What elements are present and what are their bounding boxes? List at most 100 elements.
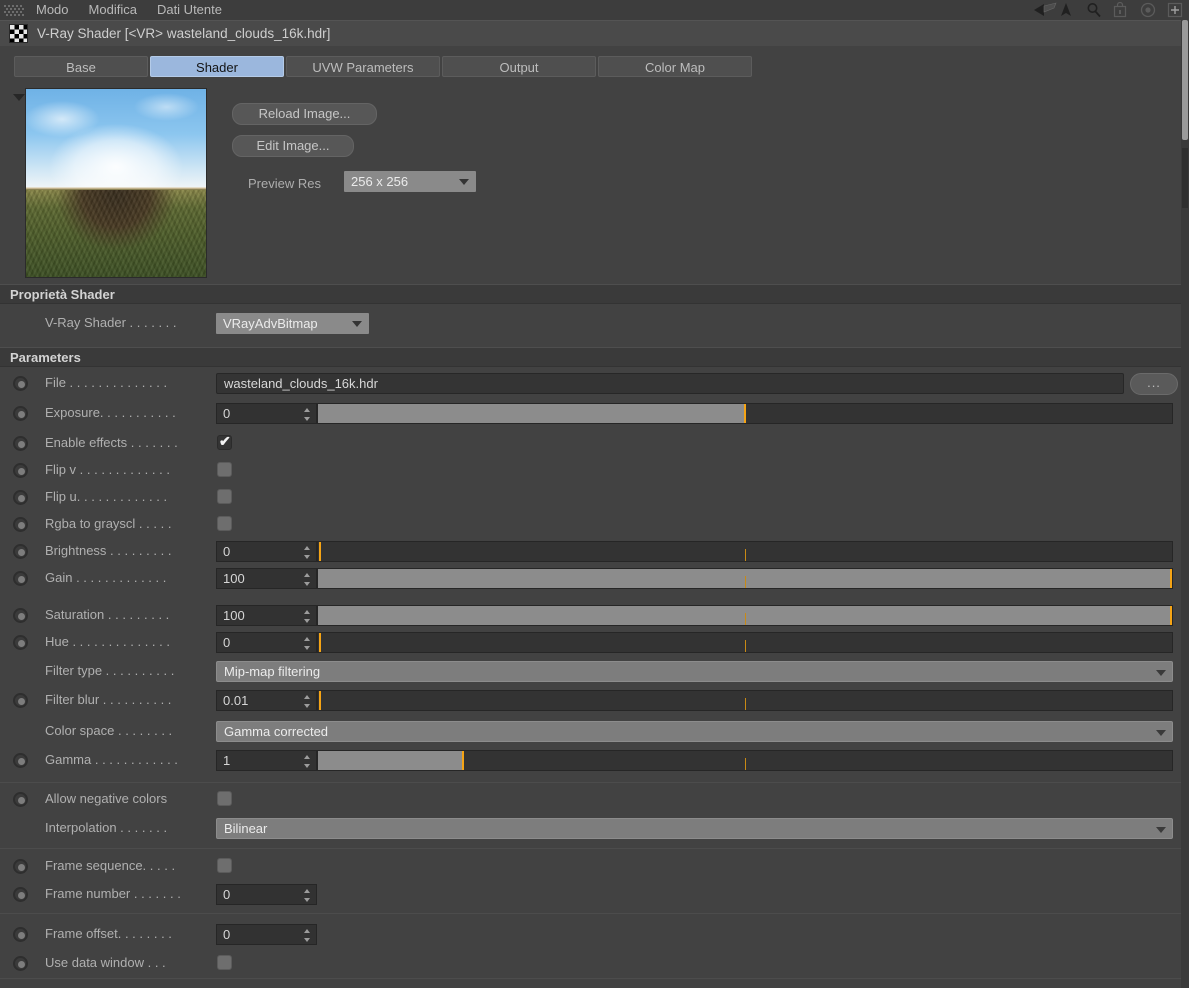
animation-dot-icon[interactable]	[13, 517, 28, 532]
target-icon[interactable]	[1140, 2, 1158, 18]
slider-fill	[318, 404, 745, 423]
exposure-input[interactable]: 0	[216, 403, 317, 424]
menu-bar: Modo Modifica Dati Utente	[0, 0, 1189, 20]
filter-blur-input[interactable]: 0.01	[216, 690, 317, 711]
interpolation-dropdown[interactable]: Bilinear	[216, 818, 1173, 839]
spinner-icon[interactable]	[304, 610, 311, 623]
filter-blur-slider[interactable]	[317, 690, 1173, 711]
scrollbar-thumb[interactable]	[1182, 20, 1188, 140]
tab-color-map[interactable]: Color Map	[598, 55, 752, 77]
magnifier-icon[interactable]	[1086, 2, 1104, 18]
file-browse-button[interactable]: ...	[1130, 373, 1178, 395]
menu-item-modo[interactable]: Modo	[26, 0, 79, 20]
chevron-down-icon	[1156, 730, 1166, 736]
animation-dot-icon[interactable]	[13, 859, 28, 874]
reload-image-button[interactable]: Reload Image...	[232, 103, 377, 125]
spinner-icon[interactable]	[304, 546, 311, 559]
checkerboard-icon	[9, 24, 28, 43]
frame-sequence-checkbox[interactable]	[217, 858, 232, 873]
spinner-icon[interactable]	[304, 637, 311, 650]
slider-knob[interactable]	[462, 751, 465, 770]
exposure-slider[interactable]	[317, 403, 1173, 424]
animation-dot-icon[interactable]	[13, 753, 28, 768]
animation-dot-icon[interactable]	[13, 490, 28, 505]
brush-arrow-icon[interactable]	[1032, 2, 1057, 18]
allow-negative-colors-checkbox[interactable]	[217, 791, 232, 806]
brightness-slider[interactable]	[317, 541, 1173, 562]
slider-knob[interactable]	[319, 691, 321, 710]
animation-dot-icon[interactable]	[13, 608, 28, 623]
tab-output[interactable]: Output	[442, 55, 596, 77]
gain-slider[interactable]	[317, 568, 1173, 589]
slider-knob[interactable]	[319, 542, 321, 561]
rgba-to-grayscale-checkbox[interactable]	[217, 516, 232, 531]
spinner-icon[interactable]	[304, 573, 311, 586]
hue-input[interactable]: 0	[216, 632, 317, 653]
preview-res-dropdown[interactable]: 256 x 256	[344, 171, 476, 192]
flip-u-checkbox[interactable]	[217, 489, 232, 504]
row-vray-shader: V-Ray Shader . . . . . . . VRayAdvBitmap	[0, 310, 1189, 337]
slider-knob[interactable]	[1170, 606, 1172, 625]
animation-dot-icon[interactable]	[13, 792, 28, 807]
menu-item-modifica[interactable]: Modifica	[79, 0, 147, 20]
lock-icon[interactable]	[1113, 2, 1131, 18]
slider-knob[interactable]	[744, 404, 746, 423]
frame-number-input[interactable]: 0	[216, 884, 317, 905]
saturation-input[interactable]: 100	[216, 605, 317, 626]
spinner-icon[interactable]	[304, 408, 311, 421]
menu-item-dati-utente[interactable]: Dati Utente	[147, 0, 232, 20]
flip-v-checkbox[interactable]	[217, 462, 232, 477]
slider-knob[interactable]	[319, 633, 321, 652]
plus-icon[interactable]	[1167, 2, 1185, 18]
animation-dot-icon[interactable]	[13, 635, 28, 650]
spinner-icon[interactable]	[304, 929, 311, 942]
cursor-arrow-icon[interactable]	[1059, 2, 1077, 18]
animation-dot-icon[interactable]	[13, 463, 28, 478]
row-saturation: Saturation . . . . . . . . . 100	[0, 602, 1189, 629]
hdri-preview-thumbnail[interactable]	[25, 88, 207, 278]
use-data-window-checkbox[interactable]	[217, 955, 232, 970]
vray-shader-value: VRayAdvBitmap	[223, 316, 318, 331]
animation-dot-icon[interactable]	[13, 693, 28, 708]
animation-dot-icon[interactable]	[13, 571, 28, 586]
row-brightness: Brightness . . . . . . . . . 0	[0, 538, 1189, 565]
scrollbar-track[interactable]	[1182, 148, 1188, 208]
chevron-down-icon	[352, 321, 362, 327]
saturation-slider[interactable]	[317, 605, 1173, 626]
tab-uvw-parameters[interactable]: UVW Parameters	[286, 55, 440, 77]
color-space-dropdown[interactable]: Gamma corrected	[216, 721, 1173, 742]
frame-sequence-label: Frame sequence. . . . .	[45, 858, 176, 873]
grip-dots-icon[interactable]	[4, 2, 26, 18]
spinner-icon[interactable]	[304, 889, 311, 902]
animation-dot-icon[interactable]	[13, 436, 28, 451]
filter-type-dropdown[interactable]: Mip-map filtering	[216, 661, 1173, 682]
file-input[interactable]: wasteland_clouds_16k.hdr	[216, 373, 1124, 394]
spinner-icon[interactable]	[304, 695, 311, 708]
triangle-down-icon[interactable]	[13, 94, 25, 101]
vray-shader-dropdown[interactable]: VRayAdvBitmap	[216, 313, 369, 334]
filter-blur-value: 0.01	[223, 693, 249, 708]
enable-effects-label: Enable effects . . . . . . .	[45, 435, 178, 450]
tab-shader[interactable]: Shader	[150, 55, 284, 77]
animation-dot-icon[interactable]	[13, 887, 28, 902]
hue-slider[interactable]	[317, 632, 1173, 653]
gain-input[interactable]: 100	[216, 568, 317, 589]
animation-dot-icon[interactable]	[13, 376, 28, 391]
filter-type-value: Mip-map filtering	[224, 664, 321, 679]
saturation-label: Saturation . . . . . . . . .	[45, 607, 170, 622]
slider-knob[interactable]	[1170, 569, 1172, 588]
gamma-input[interactable]: 1	[216, 750, 317, 771]
spinner-icon[interactable]	[304, 755, 311, 768]
enable-effects-checkbox[interactable]	[217, 433, 232, 450]
animation-dot-icon[interactable]	[13, 406, 28, 421]
edit-image-button[interactable]: Edit Image...	[232, 135, 354, 157]
vertical-scrollbar[interactable]	[1181, 20, 1189, 988]
brightness-input[interactable]: 0	[216, 541, 317, 562]
tab-base[interactable]: Base	[14, 55, 148, 77]
chevron-down-icon	[1156, 670, 1166, 676]
gamma-slider[interactable]	[317, 750, 1173, 771]
animation-dot-icon[interactable]	[13, 544, 28, 559]
frame-offset-input[interactable]: 0	[216, 924, 317, 945]
animation-dot-icon[interactable]	[13, 956, 28, 971]
animation-dot-icon[interactable]	[13, 927, 28, 942]
